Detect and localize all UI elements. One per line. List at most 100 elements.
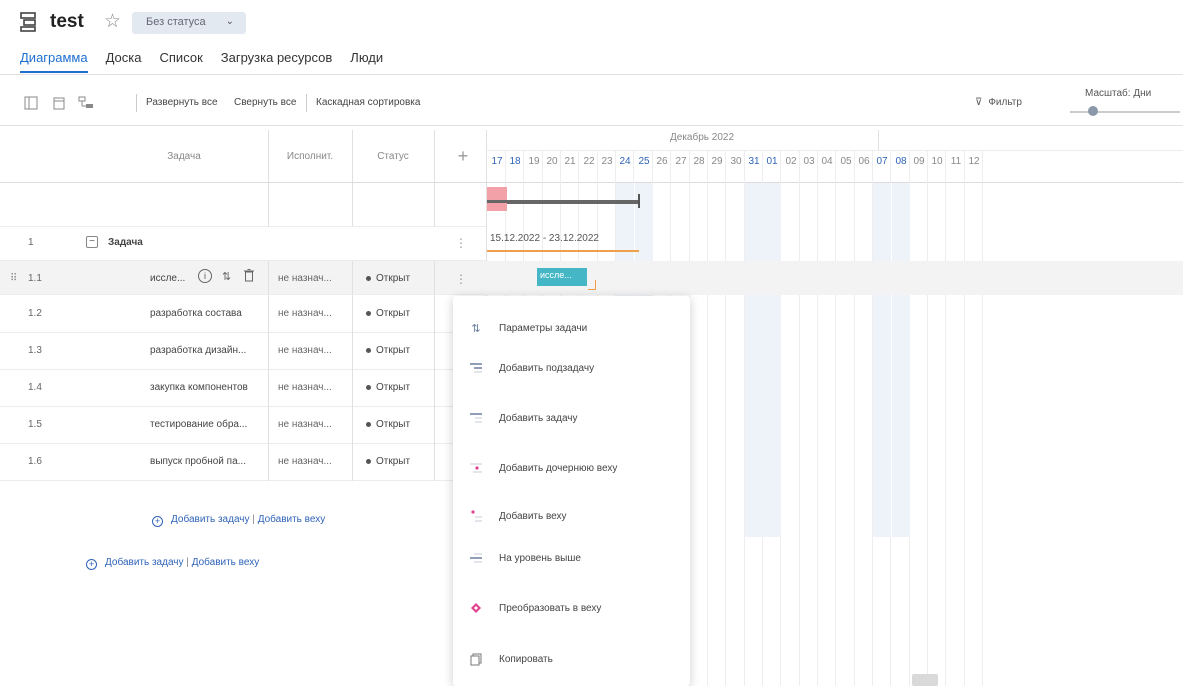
summary-bar[interactable] [487, 200, 639, 204]
status-cell[interactable]: Открыт [366, 456, 410, 467]
timeline-day: 10 [931, 156, 943, 167]
task-name[interactable]: выпуск пробной па... [150, 456, 264, 467]
drag-handle-icon[interactable]: ⠿ [10, 273, 17, 284]
status-dot [366, 421, 371, 427]
timeline-day: 07 [876, 156, 888, 167]
column-header-assignee[interactable]: Исполнит. [268, 130, 352, 182]
status-cell[interactable]: Открыт [366, 308, 410, 319]
tab-resource-load[interactable]: Загрузка ресурсов [221, 50, 333, 70]
row-menu-icon[interactable]: ⋮ [455, 236, 467, 250]
timeline-day: 03 [803, 156, 815, 167]
timeline-day: 30 [730, 156, 742, 167]
menu-item-copy[interactable]: Копировать [453, 644, 690, 674]
menu-item-convert-to-milestone[interactable]: Преобразовать в веху [453, 593, 690, 623]
filter-button[interactable]: ⊽ Фильтр [975, 97, 1022, 108]
add-column-button[interactable]: + [440, 130, 486, 182]
collapse-panel-icon[interactable] [24, 96, 42, 112]
calendar-icon[interactable] [52, 96, 70, 112]
scale-slider-track[interactable] [1070, 111, 1180, 113]
status-cell[interactable]: Открыт [366, 345, 410, 356]
row-number: 1.2 [28, 308, 42, 319]
task-name[interactable]: тестирование обра... [150, 419, 264, 430]
task-name[interactable]: Задача [108, 237, 143, 248]
status-cell[interactable]: Открыт [366, 419, 410, 430]
task-bar-resize-handle[interactable] [588, 280, 596, 290]
column-header-task[interactable]: Задача [100, 130, 268, 182]
collapse-toggle-icon[interactable]: − [86, 236, 98, 248]
timeline-gridline [982, 150, 983, 686]
row-line [0, 369, 486, 370]
add-task-link-inner[interactable]: + Добавить задачу | Добавить веху [152, 514, 325, 527]
timeline-gridline [725, 150, 726, 686]
grid-vline [352, 130, 353, 226]
timeline-day: 20 [546, 156, 558, 167]
menu-item-add-task[interactable]: Добавить задачу [453, 403, 690, 433]
row-line [0, 443, 486, 444]
tabs-divider [0, 74, 1183, 75]
add-task-link-outer[interactable]: + Добавить задачу | Добавить веху [86, 557, 259, 570]
assignee-cell[interactable]: не назнач... [278, 273, 332, 284]
tab-diagram[interactable]: Диаграмма [20, 50, 88, 73]
task-name[interactable]: разработка состава [150, 308, 264, 319]
project-title: test [50, 11, 84, 32]
add-task-icon [469, 411, 483, 425]
assignee-cell[interactable]: не назнач... [278, 456, 332, 467]
row-number: 1.5 [28, 419, 42, 430]
cascade-sort-button[interactable]: Каскадная сортировка [316, 97, 420, 108]
context-menu: ⇅ Параметры задачи Добавить подзадачу До… [453, 296, 690, 686]
collapse-all-button[interactable]: Свернуть все [234, 97, 296, 108]
grid-vline [434, 130, 435, 226]
menu-item-add-milestone[interactable]: Добавить веху [453, 501, 690, 531]
month-separator [878, 130, 879, 150]
scale-slider-handle[interactable] [1088, 106, 1098, 116]
timeline-day: 29 [711, 156, 723, 167]
menu-item-outdent[interactable]: На уровень выше [453, 543, 690, 573]
menu-item-task-params[interactable]: ⇅ Параметры задачи [453, 313, 690, 343]
timeline-gridline [707, 150, 708, 686]
milestone-marker[interactable] [487, 187, 507, 201]
timeline-gridline [927, 150, 928, 686]
timeline-gridline [945, 150, 946, 686]
sliders-icon: ⇅ [471, 322, 481, 335]
row-line [0, 406, 486, 407]
toolbar-divider [0, 125, 1183, 126]
expand-all-button[interactable]: Развернуть все [146, 97, 218, 108]
row-number: 1.3 [28, 345, 42, 356]
timeline-day: 01 [766, 156, 778, 167]
task-name[interactable]: закупка компонентов [150, 382, 264, 393]
task-name[interactable]: разработка дизайн... [150, 345, 264, 356]
info-icon[interactable]: i [198, 269, 212, 283]
hierarchy-icon[interactable] [78, 96, 96, 112]
trash-icon[interactable] [244, 269, 254, 287]
column-header-status[interactable]: Статус [352, 130, 434, 182]
timeline-gridline [817, 150, 818, 686]
tab-board[interactable]: Доска [106, 50, 142, 70]
task-name[interactable]: иссле... [150, 273, 185, 284]
timeline-day: 27 [675, 156, 687, 167]
chevron-down-icon: ⌄ [225, 16, 234, 27]
copy-icon [469, 652, 483, 666]
star-icon[interactable]: ☆ [104, 10, 121, 33]
menu-item-add-subtask[interactable]: Добавить подзадачу [453, 353, 690, 383]
horizontal-scrollbar-thumb[interactable] [912, 674, 938, 686]
menu-item-add-child-milestone[interactable]: Добавить дочернюю веху [453, 453, 690, 483]
status-cell[interactable]: Открыт [366, 382, 410, 393]
status-dot [366, 310, 371, 316]
tab-people[interactable]: Люди [350, 50, 383, 70]
sliders-icon[interactable]: ⇅ [222, 270, 231, 283]
row-number: 1.1 [28, 273, 42, 284]
status-select[interactable]: Без статуса ⌄ [132, 12, 246, 34]
assignee-cell[interactable]: не назнач... [278, 382, 332, 393]
timeline-day: 11 [950, 156, 962, 167]
milestone-marker-lower [487, 203, 507, 211]
task-bar[interactable]: иссле... [537, 268, 587, 286]
add-subtask-icon [469, 361, 483, 375]
assignee-cell[interactable]: не назнач... [278, 419, 332, 430]
assignee-cell[interactable]: не назнач... [278, 345, 332, 356]
row-menu-icon[interactable]: ⋮ [455, 272, 467, 286]
timeline-day: 25 [638, 156, 650, 167]
assignee-cell[interactable]: не назнач... [278, 308, 332, 319]
tab-list[interactable]: Список [160, 50, 203, 70]
timeline-day: 21 [564, 156, 576, 167]
status-cell[interactable]: Открыт [366, 273, 410, 284]
